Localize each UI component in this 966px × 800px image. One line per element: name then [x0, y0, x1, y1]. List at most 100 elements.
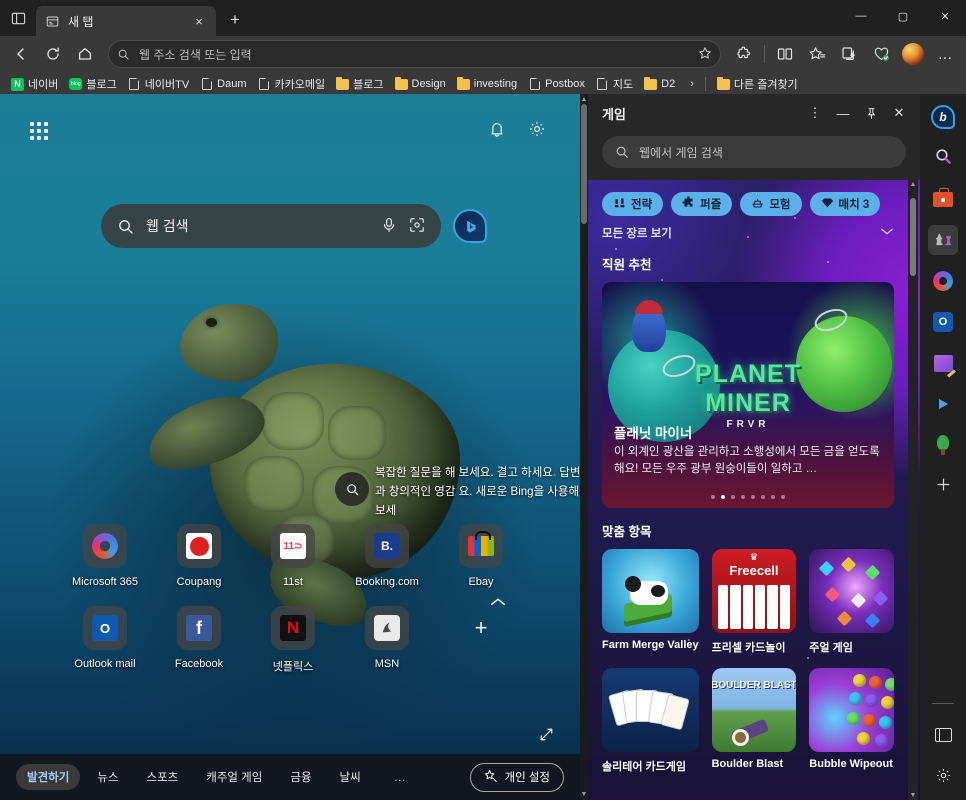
mic-icon[interactable] [381, 217, 397, 236]
tab-actions-button[interactable] [0, 0, 36, 36]
shortcut-tile[interactable]: Coupang [152, 524, 246, 588]
sidebar-item-drop[interactable] [928, 389, 958, 419]
shortcut-tile[interactable]: O Outlook mail [58, 606, 152, 674]
bookmark-item[interactable]: blog 블로그 [64, 74, 121, 94]
genre-chip-adventure[interactable]: 모험 [740, 192, 802, 216]
folder-icon [456, 76, 470, 91]
browser-tab[interactable]: 새 탭 × [36, 6, 216, 36]
games-panel-scrollbar[interactable]: ▲ ▼ [908, 180, 918, 800]
extensions-icon[interactable] [729, 39, 759, 69]
toggle-sidebar-button[interactable] [928, 720, 958, 750]
sidebar-item-shopping[interactable] [928, 184, 958, 214]
genre-chip-match3[interactable]: 매치 3 [809, 192, 881, 216]
shortcut-tile[interactable]: Ebay [434, 524, 528, 588]
sidebar-settings-button[interactable] [928, 762, 958, 792]
new-tab-button[interactable]: + [220, 5, 250, 35]
bookmark-item[interactable]: 지도 [591, 74, 638, 94]
feed-tab-finance[interactable]: 금융 [279, 764, 322, 790]
shortcut-tile[interactable]: B. Booking.com [340, 524, 434, 588]
bookmark-folder[interactable]: D2 [639, 76, 680, 93]
expand-arrows-icon[interactable] [539, 727, 554, 745]
panel-more-icon[interactable]: ⋮ [802, 100, 828, 126]
split-screen-icon[interactable] [770, 39, 800, 69]
sidebar-item-microsoft-365[interactable] [928, 266, 958, 296]
panel-close-icon[interactable]: ✕ [886, 100, 912, 126]
browser-more-button[interactable]: … [930, 39, 960, 69]
back-icon[interactable] [6, 39, 36, 69]
feed-tab-discover[interactable]: 발견하기 [16, 764, 81, 790]
tab-close-button[interactable]: × [190, 12, 208, 30]
home-icon[interactable] [70, 39, 100, 69]
pin-icon[interactable] [858, 100, 884, 126]
game-card[interactable]: Bubble Wipeout [809, 668, 894, 774]
bookmark-item[interactable]: Postbox [523, 76, 590, 93]
notifications-icon[interactable] [488, 120, 506, 141]
shortcut-tile[interactable]: N 넷플릭스 [246, 606, 340, 674]
panel-minimize-icon[interactable]: — [830, 100, 856, 126]
scroll-down-arrow-icon[interactable]: ▼ [580, 791, 588, 798]
minimize-button[interactable]: — [840, 0, 882, 32]
sidebar-item-games[interactable] [928, 225, 958, 255]
games-search-input[interactable]: 웹에서 게임 검색 [602, 136, 906, 168]
profile-avatar[interactable] [898, 39, 928, 69]
feed-tab-sports[interactable]: 스포츠 [136, 764, 190, 790]
other-favorites-folder[interactable]: 다른 즐겨찾기 [712, 74, 803, 94]
bookmark-folder[interactable]: 블로그 [331, 74, 388, 94]
feed-tab-news[interactable]: 뉴스 [86, 764, 129, 790]
app-launcher-icon[interactable] [30, 121, 48, 140]
visual-search-icon[interactable] [409, 217, 425, 236]
feed-tab-casual-games[interactable]: 캐주얼 게임 [195, 764, 273, 790]
personalize-button[interactable]: 개인 설정 [470, 762, 564, 792]
address-bar[interactable]: 웹 주소 검색 또는 입력 [108, 40, 721, 68]
browser-essentials-icon[interactable] [866, 39, 896, 69]
settings-gear-icon[interactable] [528, 120, 546, 141]
netflix-icon: N [271, 606, 315, 650]
sidebar-item-outlook[interactable]: O [928, 307, 958, 337]
game-card[interactable]: Farm Merge Valley [602, 549, 699, 655]
game-card[interactable]: 솔리테어 카드게임 [602, 668, 699, 774]
feed-tab-weather[interactable]: 날씨 [329, 764, 372, 790]
close-window-button[interactable]: ✕ [924, 0, 966, 32]
sidebar-item-search[interactable] [928, 143, 958, 173]
all-genres-row[interactable]: 모든 장르 보기 [602, 225, 894, 241]
genre-chip-strategy[interactable]: 전략 [602, 192, 664, 216]
ntp-scrollbar[interactable]: ▲ ▼ [580, 94, 588, 800]
sidebar-item-bing-chat[interactable]: b [928, 102, 958, 132]
scroll-down-arrow-icon[interactable]: ▼ [908, 792, 918, 799]
sidebar-item-image-creator[interactable] [928, 348, 958, 378]
bing-chat-icon[interactable] [453, 209, 487, 243]
search-input[interactable]: 웹 검색 [101, 204, 441, 248]
page-icon [258, 77, 271, 91]
hero-game-card[interactable]: PLANET MINER FRVR 플래닛 마이너 이 외계인 광산을 관리하고… [602, 282, 894, 508]
scroll-up-arrow-icon[interactable]: ▲ [908, 181, 918, 188]
carousel-dots[interactable] [602, 495, 894, 499]
bookmark-folder[interactable]: Design [390, 76, 451, 93]
sidebar-item-tools[interactable] [928, 430, 958, 460]
game-card[interactable]: 주얼 게임 [809, 549, 894, 655]
sidebar-add-button[interactable] [928, 471, 958, 501]
maximize-button[interactable]: ▢ [882, 0, 924, 32]
add-shortcut-button[interactable]: + [434, 606, 528, 674]
genre-chip-puzzle[interactable]: 퍼즐 [671, 192, 733, 216]
game-card[interactable]: BOULDER BLAST Boulder Blast [711, 668, 797, 774]
bookmark-item[interactable]: Daum [195, 76, 251, 93]
refresh-icon[interactable] [38, 39, 68, 69]
game-card[interactable]: ♛ Freecell 프리셀 카드놀이 [711, 549, 797, 655]
shortcut-tile[interactable]: Microsoft 365 [58, 524, 152, 588]
collections-icon[interactable] [834, 39, 864, 69]
scroll-up-arrow-icon[interactable]: ▲ [580, 96, 588, 103]
bookmarks-overflow-chevron-icon[interactable]: › [685, 78, 699, 90]
feed-more-button[interactable]: … [386, 770, 414, 784]
bookmark-item[interactable]: 네이버TV [123, 74, 194, 94]
bookmark-folder[interactable]: investing [452, 76, 522, 93]
star-icon[interactable] [698, 46, 712, 63]
shortcut-tile[interactable]: f Facebook [152, 606, 246, 674]
favorites-icon[interactable] [802, 39, 832, 69]
bookmark-item[interactable]: 카카오메일 [253, 74, 331, 94]
scrollbar-thumb[interactable] [581, 104, 587, 224]
chevron-down-icon[interactable] [880, 227, 894, 239]
scrollbar-thumb[interactable] [910, 198, 916, 276]
shortcut-tile[interactable]: 11⊃ 11st [246, 524, 340, 588]
shortcut-tile[interactable]: MSN [340, 606, 434, 674]
bookmark-item[interactable]: N 네이버 [6, 74, 63, 94]
